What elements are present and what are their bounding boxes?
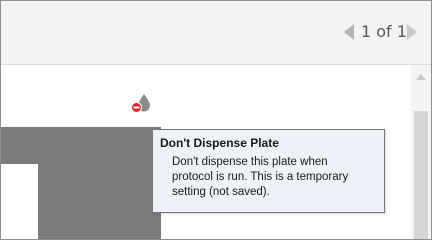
pager-prev-icon[interactable] — [344, 24, 354, 40]
dispense-drop-with-stop-icon — [131, 94, 150, 113]
plate-well-region — [1, 164, 38, 239]
window-frame: 1 of 1 Don't Dispense Plate Don't dispen… — [0, 0, 432, 240]
pager-next-icon[interactable] — [407, 24, 417, 40]
toolbar: 1 of 1 — [1, 1, 431, 65]
tooltip-line: protocol is run. This is a temporary — [172, 171, 349, 183]
dont-dispense-toggle-button[interactable] — [128, 91, 154, 117]
scrollbar-thumb[interactable] — [414, 111, 428, 239]
tooltip: Don't Dispense Plate Don't dispense this… — [152, 129, 385, 213]
tooltip-line: Don't dispense this plate when — [172, 156, 328, 168]
tooltip-body: Don't dispense this plate when protocol … — [172, 155, 377, 200]
scroll-up-arrow-icon[interactable] — [416, 74, 426, 80]
pager-label: 1 of 1 — [361, 22, 407, 41]
tooltip-title: Don't Dispense Plate — [160, 136, 279, 150]
tooltip-line: setting (not saved). — [172, 186, 270, 198]
